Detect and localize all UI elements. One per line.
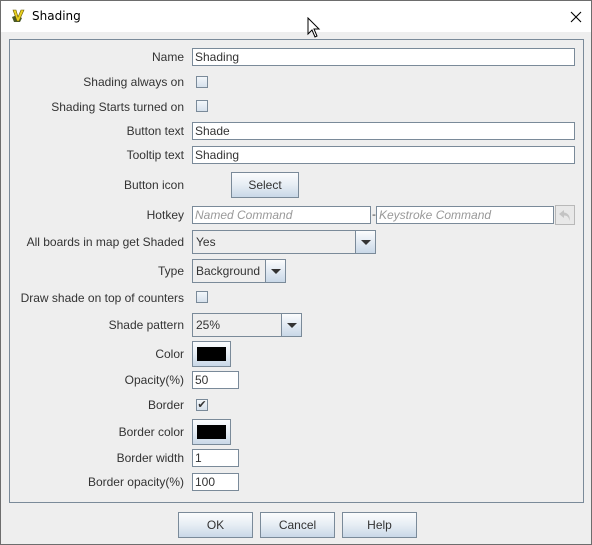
close-icon bbox=[570, 11, 582, 22]
mouse-cursor-icon bbox=[307, 17, 321, 38]
chevron-down-icon bbox=[355, 231, 375, 253]
tooltip-text-label: Tooltip text bbox=[126, 148, 184, 162]
dialog-window: Shading Name Shading Shading always on S… bbox=[0, 0, 592, 545]
all-boards-dropdown[interactable]: Yes bbox=[192, 230, 376, 254]
name-label: Name bbox=[151, 50, 184, 64]
undo-hotkey-button[interactable] bbox=[555, 205, 575, 225]
chevron-down-icon bbox=[265, 260, 285, 282]
shade-pattern-value: 25% bbox=[196, 318, 221, 332]
named-command-field[interactable]: Named Command bbox=[192, 206, 371, 224]
undo-arrow-icon bbox=[559, 210, 570, 221]
draw-on-top-label: Draw shade on top of counters bbox=[20, 291, 184, 305]
color-button[interactable] bbox=[192, 341, 231, 367]
button-icon-label: Button icon bbox=[123, 178, 184, 192]
all-boards-label: All boards in map get Shaded bbox=[26, 235, 184, 249]
border-color-label: Border color bbox=[118, 425, 184, 439]
always-on-label: Shading always on bbox=[83, 75, 184, 89]
color-swatch bbox=[197, 347, 226, 361]
border-opacity-field[interactable]: 100 bbox=[192, 473, 239, 491]
tooltip-text-field[interactable]: Shading bbox=[192, 146, 575, 164]
draw-on-top-checkbox[interactable] bbox=[196, 291, 208, 303]
border-width-label: Border width bbox=[116, 451, 184, 465]
all-boards-value: Yes bbox=[195, 234, 355, 250]
type-dropdown[interactable]: Background bbox=[192, 259, 286, 283]
ok-button[interactable]: OK bbox=[178, 512, 253, 538]
shade-pattern-dropdown[interactable]: 25% bbox=[192, 313, 302, 337]
border-color-swatch bbox=[197, 425, 226, 439]
keystroke-command-field[interactable]: Keystroke Command bbox=[376, 206, 554, 224]
border-opacity-label: Border opacity(%) bbox=[87, 475, 184, 489]
button-text-field[interactable]: Shade bbox=[192, 122, 575, 140]
button-text-label: Button text bbox=[126, 124, 184, 138]
border-checkbox[interactable]: ✔ bbox=[196, 399, 208, 411]
border-width-field[interactable]: 1 bbox=[192, 449, 239, 467]
close-button[interactable] bbox=[561, 1, 591, 32]
shade-pattern-label: Shade pattern bbox=[108, 318, 184, 332]
border-color-button[interactable] bbox=[192, 419, 231, 445]
color-label: Color bbox=[155, 347, 184, 361]
hotkey-label: Hotkey bbox=[146, 208, 184, 222]
name-field[interactable]: Shading bbox=[192, 48, 575, 66]
help-button[interactable]: Help bbox=[342, 512, 417, 538]
border-label: Border bbox=[147, 398, 184, 412]
vassal-logo-icon bbox=[10, 8, 26, 24]
opacity-label: Opacity(%) bbox=[124, 373, 184, 387]
cancel-button[interactable]: Cancel bbox=[260, 512, 335, 538]
title-bar[interactable]: Shading bbox=[1, 1, 591, 32]
opacity-field[interactable]: 50 bbox=[192, 371, 239, 389]
select-icon-button[interactable]: Select bbox=[231, 172, 299, 198]
window-title: Shading bbox=[32, 9, 81, 23]
always-on-checkbox[interactable] bbox=[196, 76, 208, 88]
type-value: Background bbox=[196, 264, 261, 278]
starts-on-label: Shading Starts turned on bbox=[51, 100, 184, 114]
starts-on-checkbox[interactable] bbox=[196, 100, 208, 112]
chevron-down-icon bbox=[281, 314, 301, 336]
type-label: Type bbox=[157, 264, 184, 278]
